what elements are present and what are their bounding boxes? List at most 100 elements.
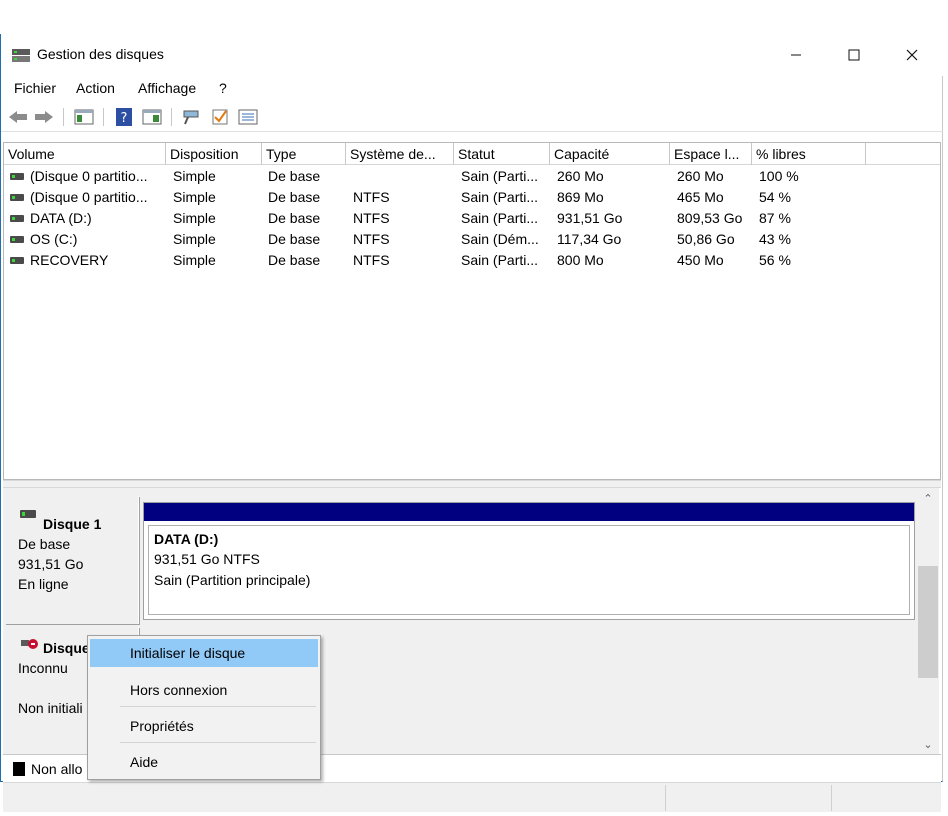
- column-header-disposition[interactable]: Disposition: [166, 143, 262, 165]
- disk-status: Non initiali: [18, 700, 83, 716]
- volume-capacity: 931,51 Go: [557, 210, 623, 226]
- volume-capacity: 117,34 Go: [557, 231, 622, 247]
- volume-percent-free: 54 %: [759, 189, 791, 205]
- volume-list-header: Volume Disposition Type Système de... St…: [4, 143, 940, 165]
- properties-icon: [142, 109, 162, 125]
- volume-capacity: 869 Mo: [557, 189, 604, 205]
- volume-percent-free: 100 %: [759, 168, 799, 184]
- volume-free-space: 450 Mo: [677, 252, 724, 268]
- volume-capacity: 260 Mo: [557, 168, 604, 184]
- back-arrow-icon: [9, 111, 27, 123]
- partition-data[interactable]: DATA (D:) 931,51 Go NTFS Sain (Partition…: [143, 502, 915, 620]
- menu-bar: Fichier Action Affichage ?: [1, 76, 943, 100]
- volume-name: (Disque 0 partitio...: [30, 189, 148, 205]
- volume-status: Sain (Parti...: [461, 252, 539, 268]
- volume-icon: [10, 236, 24, 243]
- disk-status: En ligne: [18, 576, 69, 592]
- magnifier-icon: [183, 110, 199, 125]
- volume-type: De base: [268, 210, 321, 226]
- column-header-type[interactable]: Type: [262, 143, 346, 165]
- volume-icon: [10, 215, 24, 222]
- menu-item-help[interactable]: Aide: [90, 748, 318, 776]
- legend-swatch-unallocated: [13, 762, 25, 776]
- disk-icon: [20, 510, 36, 518]
- forward-button[interactable]: [33, 106, 55, 128]
- scroll-down-button[interactable]: ⌄: [917, 734, 939, 754]
- toolbar-separator: [103, 108, 104, 126]
- back-button[interactable]: [7, 106, 29, 128]
- volume-status: Sain (Parti...: [461, 168, 539, 184]
- menu-item-initialize-disk[interactable]: Initialiser le disque: [90, 639, 318, 667]
- scrollbar-thumb[interactable]: [918, 566, 938, 678]
- context-menu: Initialiser le disque Hors connexion Pro…: [87, 635, 321, 780]
- minimize-button[interactable]: [773, 34, 819, 76]
- volume-row[interactable]: OS (C:) Simple De base NTFS Sain (Dém...…: [4, 229, 940, 250]
- list-view-button[interactable]: [237, 106, 259, 128]
- maximize-icon: [848, 49, 860, 61]
- volume-free-space: 465 Mo: [677, 189, 724, 205]
- check-button[interactable]: [209, 106, 231, 128]
- show-hide-console-tree-button[interactable]: [73, 106, 95, 128]
- connect-button[interactable]: [181, 106, 203, 128]
- status-bar: [3, 782, 941, 812]
- pane-splitter[interactable]: [3, 480, 941, 488]
- maximize-button[interactable]: [831, 34, 877, 76]
- menu-separator: [120, 742, 316, 743]
- volume-free-space: 50,86 Go: [677, 231, 735, 247]
- svg-text:?: ?: [121, 111, 128, 126]
- column-header-free-space[interactable]: Espace l...: [670, 143, 752, 165]
- volume-row[interactable]: RECOVERY Simple De base NTFS Sain (Parti…: [4, 250, 940, 271]
- volume-percent-free: 56 %: [759, 252, 791, 268]
- volume-free-space: 260 Mo: [677, 168, 724, 184]
- menu-action[interactable]: Action: [76, 80, 115, 96]
- volume-disposition: Simple: [173, 168, 216, 184]
- partition-health: Sain (Partition principale): [154, 572, 311, 588]
- menu-item-offline[interactable]: Hors connexion: [90, 676, 318, 704]
- volume-status: Sain (Dém...: [461, 231, 539, 247]
- toolbar-separator: [63, 108, 64, 126]
- column-header-percent-free[interactable]: % libres: [752, 143, 866, 165]
- help-button[interactable]: ?: [113, 106, 135, 128]
- menu-affichage[interactable]: Affichage: [138, 80, 196, 96]
- legend-label-unallocated: Non allo: [31, 761, 83, 777]
- column-header-capacity[interactable]: Capacité: [550, 143, 670, 165]
- menu-help[interactable]: ?: [219, 80, 227, 96]
- forward-arrow-icon: [35, 111, 53, 123]
- volume-percent-free: 87 %: [759, 210, 791, 226]
- column-header-filesystem[interactable]: Système de...: [346, 143, 454, 165]
- column-header-volume[interactable]: Volume: [4, 143, 166, 165]
- window-title: Gestion des disques: [37, 46, 164, 62]
- toolbar-separator: [171, 108, 172, 126]
- partition-size-fs: 931,51 Go NTFS: [154, 551, 260, 567]
- volume-icon: [10, 194, 24, 201]
- volume-row[interactable]: (Disque 0 partitio... Simple De base NTF…: [4, 187, 940, 208]
- partition-color-bar: [144, 503, 914, 521]
- disk-name: Disque 1: [43, 516, 102, 532]
- volume-filesystem: NTFS: [353, 231, 390, 247]
- volume-capacity: 800 Mo: [557, 252, 604, 268]
- disk-type: De base: [18, 536, 71, 552]
- scroll-up-button[interactable]: ⌃: [917, 488, 939, 508]
- disk-1-label[interactable]: Disque 1 De base 931,51 Go En ligne: [5, 496, 139, 624]
- volume-icon: [10, 173, 24, 180]
- column-header-status[interactable]: Statut: [454, 143, 550, 165]
- properties-button[interactable]: [141, 106, 163, 128]
- menu-fichier[interactable]: Fichier: [14, 80, 56, 96]
- volume-percent-free: 43 %: [759, 231, 791, 247]
- volume-status: Sain (Parti...: [461, 210, 539, 226]
- checkmark-icon: [212, 109, 228, 125]
- volume-disposition: Simple: [173, 189, 216, 205]
- volume-disposition: Simple: [173, 210, 216, 226]
- volume-row[interactable]: DATA (D:) Simple De base NTFS Sain (Part…: [4, 208, 940, 229]
- volume-filesystem: NTFS: [353, 189, 390, 205]
- menu-item-properties[interactable]: Propriétés: [90, 712, 318, 740]
- volume-name: RECOVERY: [30, 252, 109, 268]
- volume-row[interactable]: (Disque 0 partitio... Simple De base Sai…: [4, 166, 940, 187]
- volume-status: Sain (Parti...: [461, 189, 539, 205]
- volume-filesystem: [353, 166, 453, 187]
- menu-separator: [120, 706, 316, 707]
- volume-disposition: Simple: [173, 252, 216, 268]
- title-bar: Gestion des disques: [1, 34, 943, 76]
- disk-map-scrollbar[interactable]: ⌃ ⌄: [917, 488, 939, 754]
- close-button[interactable]: [889, 34, 935, 76]
